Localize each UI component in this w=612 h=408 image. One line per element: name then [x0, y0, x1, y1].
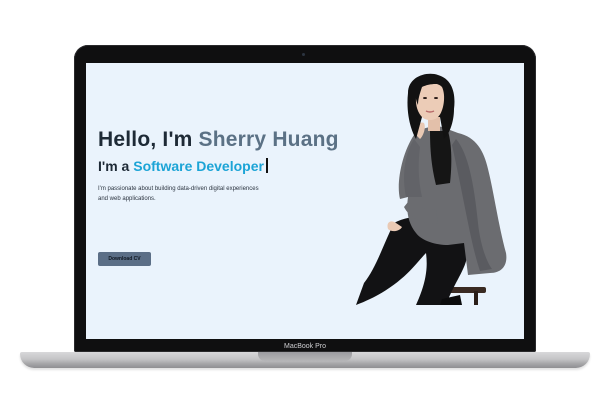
model-label: MacBook Pro: [283, 343, 327, 350]
download-cv-button[interactable]: Download CV: [98, 252, 151, 266]
hero-name: Sherry Huang: [198, 128, 339, 151]
laptop-mockup: Hello, I'm Sherry Huang I'm a Software D…: [0, 0, 612, 408]
role-prefix: I'm a: [98, 158, 134, 174]
laptop-lid: Hello, I'm Sherry Huang I'm a Software D…: [74, 45, 536, 352]
role-title: Software Developer: [133, 158, 264, 174]
hero-section: Hello, I'm Sherry Huang I'm a Software D…: [98, 127, 358, 266]
hero-description: I'm passionate about building data-drive…: [98, 186, 259, 202]
typing-cursor: [265, 158, 268, 173]
camera-icon: [302, 53, 305, 56]
laptop-base: [20, 352, 590, 368]
greeting-prefix: Hello, I'm: [98, 128, 199, 151]
hinge-notch: [258, 352, 352, 361]
hero-heading: Hello, I'm Sherry Huang: [98, 127, 358, 153]
screen: Hello, I'm Sherry Huang I'm a Software D…: [86, 63, 524, 339]
portrait-photo: [356, 73, 507, 305]
hero-role: I'm a Software Developer: [98, 157, 358, 175]
